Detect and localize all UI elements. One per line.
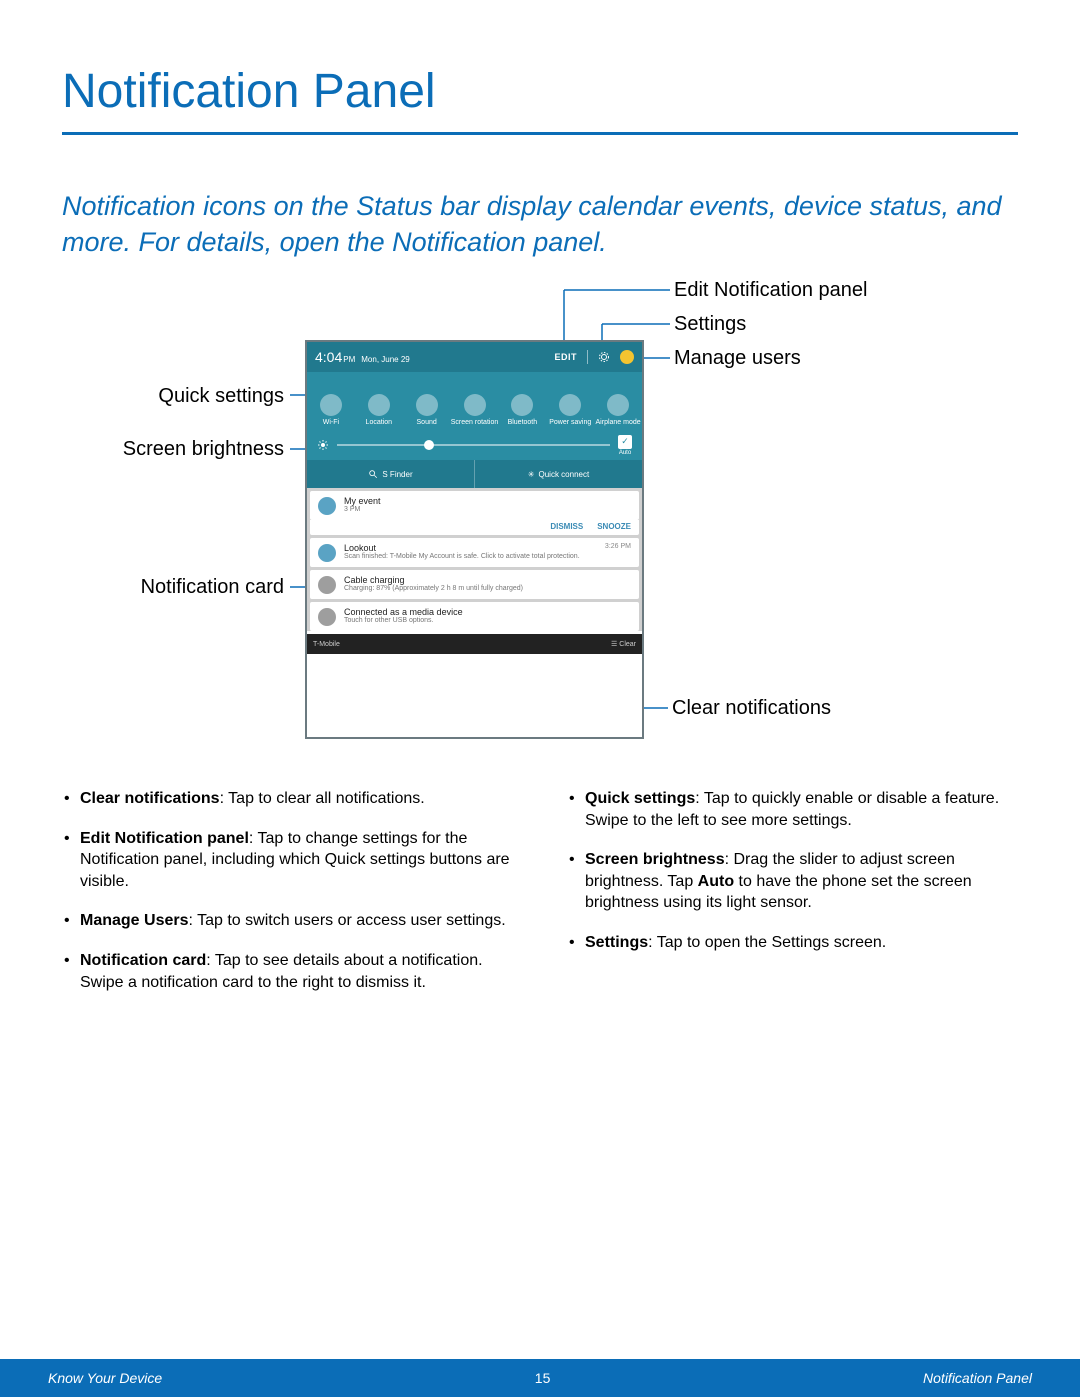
bullet-item: Quick settings: Tap to quickly enable or… [567,788,1018,831]
notification-card[interactable]: LookoutScan finished: T-Mobile My Accoun… [310,538,639,567]
brightness-slider[interactable] [337,444,610,446]
callout-screen-brightness: Screen brightness [100,438,284,461]
quick-setting-bluetooth[interactable]: Bluetooth [498,372,546,430]
description-columns: Clear notifications: Tap to clear all no… [62,788,1018,1011]
notification-card[interactable]: My event3 PM [310,491,639,520]
finder-row: S Finder ✳ Quick connect [307,460,642,488]
quick-setting-location[interactable]: Location [355,372,403,430]
page-footer: Know Your Device 15 Notification Panel [0,1359,1080,1397]
quick-connect-button[interactable]: ✳ Quick connect [475,460,642,488]
brightness-row[interactable]: ✓ Auto [307,430,642,460]
carrier-label: T-Mobile [313,641,340,648]
notification-card[interactable]: Connected as a media deviceTouch for oth… [310,602,639,631]
notification-panel-screenshot: 4:04PM Mon, June 29 EDIT Wi-FiLocationSo… [305,340,644,739]
avatar-icon[interactable] [620,350,634,364]
status-date: Mon, June 29 [361,355,409,364]
quick-setting-sound[interactable]: Sound [403,372,451,430]
quick-setting-airplane-mode[interactable]: Airplane mode [594,372,642,430]
page-title: Notification Panel [62,64,436,119]
panel-footer: T-Mobile ☰ Clear [307,634,642,654]
callout-clear-notifications: Clear notifications [672,697,831,720]
notification-actions: DISMISS SNOOZE [310,520,639,535]
bullet-item: Screen brightness: Drag the slider to ad… [567,849,1018,914]
notification-list: My event3 PM DISMISS SNOOZE LookoutScan fin… [307,488,642,631]
notification-badge-icon [318,608,336,626]
quick-settings-row[interactable]: Wi-FiLocationSoundScreen rotationBluetoo… [307,372,642,430]
callout-quick-settings: Quick settings [100,385,284,408]
brightness-auto-label: Auto [619,450,631,456]
bullet-item: Settings: Tap to open the Settings scree… [567,932,1018,954]
notification-action-dismiss[interactable]: DISMISS [550,522,583,531]
title-rule [62,132,1018,135]
quick-setting-power-saving[interactable]: Power saving [546,372,594,430]
footer-section: Know Your Device [48,1370,162,1386]
footer-topic: Notification Panel [923,1370,1032,1386]
brightness-icon [317,439,329,451]
callout-manage-users: Manage users [674,347,801,370]
bullet-item: Edit Notification panel: Tap to change s… [62,828,513,893]
edit-button[interactable]: EDIT [554,352,577,362]
quick-setting-wi-fi[interactable]: Wi-Fi [307,372,355,430]
notification-badge-icon [318,576,336,594]
notification-badge-icon [318,497,336,515]
callout-notification-card: Notification card [100,576,284,599]
intro-text: Notification icons on the Status bar dis… [62,188,1018,261]
bullet-item: Notification card: Tap to see details ab… [62,950,513,993]
notification-badge-icon [318,544,336,562]
status-time: 4:04PM [315,349,355,365]
callout-settings: Settings [674,313,746,336]
callout-edit-panel: Edit Notification panel [674,279,867,302]
gear-icon[interactable] [598,351,610,363]
clear-button[interactable]: ☰ Clear [611,640,636,648]
s-finder-button[interactable]: S Finder [307,460,475,488]
brightness-auto-checkbox[interactable]: ✓ [618,435,632,449]
notification-card[interactable]: Cable chargingCharging: 87% (Approximate… [310,570,639,599]
bullet-item: Clear notifications: Tap to clear all no… [62,788,513,810]
search-icon [368,469,378,479]
quick-connect-icon: ✳ [528,470,535,479]
footer-page-number: 15 [535,1370,551,1386]
bullet-item: Manage Users: Tap to switch users or acc… [62,910,513,932]
status-bar: 4:04PM Mon, June 29 EDIT [307,342,642,372]
quick-setting-screen-rotation[interactable]: Screen rotation [451,372,499,430]
notification-action-snooze[interactable]: SNOOZE [597,522,631,531]
